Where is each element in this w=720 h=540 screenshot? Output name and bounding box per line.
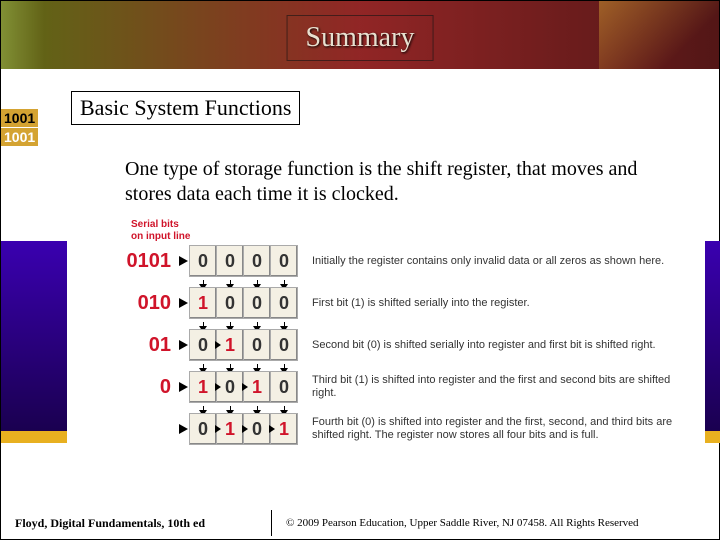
register-cell: 0 — [243, 329, 271, 361]
content-card: Basic System Functions One type of stora… — [67, 79, 705, 499]
register-cells: 0101 — [190, 413, 298, 445]
register-row: 01010000Initially the register contains … — [125, 242, 695, 280]
serial-bits-label: Serial bits on input line — [131, 219, 695, 242]
register-cell: 0 — [189, 245, 217, 277]
row-description: Initially the register contains only inv… — [298, 255, 695, 268]
register-cell: 1 — [189, 371, 217, 403]
input-bits: 0101 — [125, 250, 177, 273]
arrow-right-icon — [179, 256, 188, 266]
register-cell: 0 — [189, 329, 217, 361]
register-cell: 0 — [270, 245, 298, 277]
arrow-right-icon — [179, 424, 188, 434]
input-bits: 010 — [125, 292, 177, 315]
register-cell: 0 — [270, 371, 298, 403]
shift-register-figure: Serial bits on input line 01010000Initia… — [125, 219, 695, 489]
arrow-right-icon — [269, 425, 275, 433]
arrow-right-icon — [179, 298, 188, 308]
bg-number: 1001 — [1, 109, 38, 127]
input-bits: 0 — [125, 376, 177, 399]
register-cell: 0 — [270, 287, 298, 319]
arrow-right-icon — [215, 425, 221, 433]
register-cell: 0 — [243, 287, 271, 319]
arrow-right-icon — [215, 341, 221, 349]
body-text: One type of storage function is the shif… — [125, 157, 665, 207]
arrow-right-icon — [242, 425, 248, 433]
register-row: 01 0100Second bit (0) is shifted serially… — [125, 326, 695, 364]
register-row: 01010Third bit (1) is shifted into regis… — [125, 368, 695, 406]
row-description: Fourth bit (0) is shifted into register … — [298, 416, 695, 441]
register-cells: 0000 — [190, 245, 298, 277]
register-row: 0101000First bit (1) is shifted serially… — [125, 284, 695, 322]
register-cell: 0 — [189, 413, 217, 445]
subtitle: Basic System Functions — [71, 91, 300, 125]
register-cells: 0100 — [190, 329, 298, 361]
arrow-right-icon — [179, 382, 188, 392]
register-cell: 0 — [243, 245, 271, 277]
slide-title-box: Summary — [287, 15, 434, 61]
footer: Floyd, Digital Fundamentals, 10th ed © 2… — [1, 507, 719, 539]
bg-number: 1001 — [1, 128, 38, 146]
arrow-right-icon — [215, 383, 221, 391]
register-row: 0101Fourth bit (0) is shifted into regis… — [125, 410, 695, 448]
arrow-right-icon — [242, 383, 248, 391]
footer-left: Floyd, Digital Fundamentals, 10th ed — [1, 516, 271, 531]
arrow-right-icon — [179, 340, 188, 350]
header-decoration — [599, 1, 719, 69]
slide-title: Summary — [306, 22, 415, 53]
input-bits: 01 — [125, 334, 177, 357]
register-cells: 1010 — [190, 371, 298, 403]
slide: 1001 1001 Summary Basic System Functions… — [0, 0, 720, 540]
row-description: Second bit (0) is shifted serially into … — [298, 339, 695, 352]
row-description: First bit (1) is shifted serially into t… — [298, 297, 695, 310]
register-cells: 1000 — [190, 287, 298, 319]
row-description: Third bit (1) is shifted into register a… — [298, 374, 695, 399]
register-cell: 0 — [270, 329, 298, 361]
register-cell: 0 — [216, 287, 244, 319]
footer-right: © 2009 Pearson Education, Upper Saddle R… — [272, 517, 719, 529]
register-cell: 1 — [189, 287, 217, 319]
register-cell: 0 — [216, 245, 244, 277]
